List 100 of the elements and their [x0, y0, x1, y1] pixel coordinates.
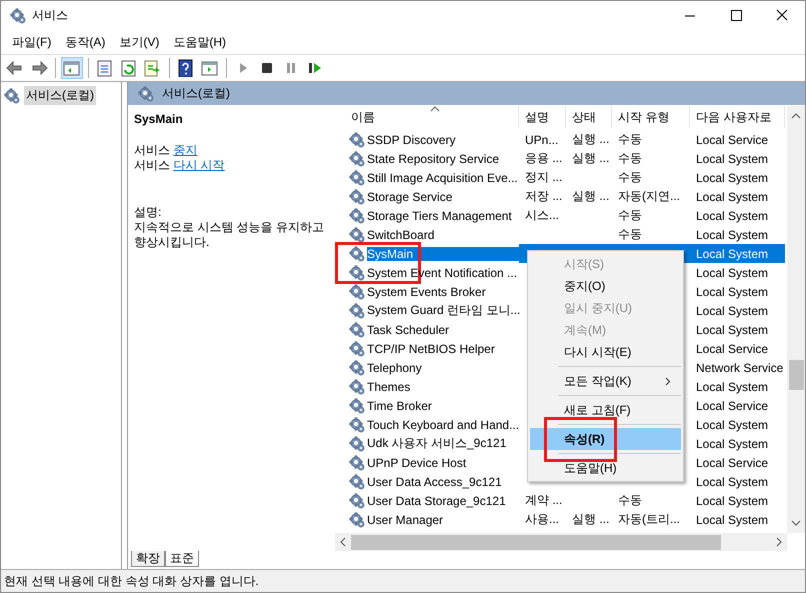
table-cell[interactable]: Touch Keyboard and Hand... [367, 418, 520, 432]
table-cell: Local System [696, 228, 768, 242]
context-menu-item[interactable]: 속성(R) [530, 428, 681, 450]
gear-icon [349, 150, 365, 166]
column-header[interactable]: 시작 유형 [612, 106, 690, 128]
view-tab[interactable]: 확장 [131, 551, 165, 567]
menu-item[interactable]: 동작(A) [58, 32, 112, 52]
table-cell: Local System [696, 474, 768, 488]
table-cell: 실행 ... [572, 150, 610, 167]
table-cell: 실행 ... [572, 511, 610, 528]
table-cell: Network Service [696, 360, 784, 374]
gear-icon [4, 88, 20, 104]
gear-icon [349, 378, 365, 394]
horizontal-scrollbar[interactable] [335, 533, 787, 551]
table-cell[interactable]: User Data Access_9c121 [367, 474, 502, 488]
table-cell: 수동 [618, 492, 642, 509]
table-cell: Local Service [696, 132, 768, 146]
gear-icon [349, 170, 365, 186]
table-cell[interactable]: SSDP Discovery [367, 132, 456, 146]
table-cell: Local System [696, 380, 768, 394]
gear-icon [349, 132, 365, 148]
table-cell[interactable]: Telephony [367, 360, 422, 374]
gear-icon [349, 416, 365, 432]
action-link[interactable]: 다시 시작 [173, 158, 225, 172]
table-cell[interactable]: User Data Storage_9c121 [367, 494, 506, 508]
table-cell: Local System [696, 208, 768, 222]
tree-item[interactable]: 서비스(로컬) [24, 86, 96, 105]
window-title: 서비스 [32, 7, 69, 24]
gear-icon [349, 492, 365, 508]
gear-icon [349, 360, 365, 376]
action-link[interactable]: 중지 [173, 143, 198, 157]
table-cell[interactable]: Udk 사용자 서비스_9c121 [367, 435, 506, 452]
action-label: 서비스 [134, 143, 170, 157]
menu-item[interactable]: 파일(F) [5, 32, 58, 52]
gear-icon [349, 340, 365, 356]
table-cell[interactable]: State Repository Service [367, 152, 500, 166]
table-cell: 자동(지연... [618, 188, 680, 205]
column-header[interactable]: 설명 [519, 106, 566, 128]
table-cell: Local Service [696, 342, 768, 356]
table-cell[interactable]: SysMain [367, 246, 519, 260]
column-header[interactable]: 다음 사용자로 [690, 106, 785, 128]
context-menu-item[interactable]: 중지(O) [530, 275, 681, 297]
app-icon [10, 8, 26, 24]
view-tab[interactable]: 표준 [165, 551, 199, 567]
menu-item[interactable]: 보기(V) [112, 32, 166, 52]
scroll-right-icon[interactable] [775, 537, 783, 547]
table-cell: 계약 ... [525, 492, 562, 509]
panel-header: 서비스(로컬) [162, 85, 230, 102]
table-cell: Local Service [696, 456, 768, 470]
gear-icon [349, 246, 365, 262]
table-cell[interactable]: Storage Tiers Management [367, 208, 512, 222]
vertical-scrollbar[interactable] [787, 106, 805, 533]
table-cell: Local System [696, 152, 768, 166]
table-cell: 수동 [618, 169, 642, 186]
table-cell: Local System [696, 418, 768, 432]
context-menu-item[interactable]: 새로 고침(F) [530, 399, 681, 421]
gear-icon [349, 284, 365, 300]
table-cell: 수동 [618, 131, 642, 148]
table-cell[interactable]: UPnP Device Host [367, 456, 466, 470]
gear-icon [349, 512, 365, 528]
table-cell[interactable]: SwitchBoard [367, 228, 434, 242]
table-cell: Local System [696, 322, 768, 336]
table-cell: UPn... [525, 132, 558, 146]
table-cell: Local System [696, 170, 768, 184]
menu-item[interactable]: 도움말(H) [166, 32, 233, 52]
table-cell[interactable]: Themes [367, 380, 410, 394]
column-header[interactable]: 이름 [335, 106, 519, 128]
table-cell[interactable]: System Guard 런타임 모니... [367, 302, 520, 319]
status-text: 현재 선택 내용에 대한 속성 대화 상자를 엽니다. [4, 572, 259, 590]
table-cell[interactable]: Still Image Acquisition Eve... [367, 170, 518, 184]
table-cell[interactable]: System Events Broker [367, 284, 486, 298]
scroll-thumb[interactable] [351, 534, 721, 550]
scroll-left-icon[interactable] [339, 537, 347, 547]
action-label: 서비스 [134, 158, 170, 172]
context-menu-item[interactable]: 도움말(H) [530, 457, 681, 479]
table-cell: Local Service [696, 398, 768, 412]
context-menu-item[interactable]: 모든 작업(K) [530, 370, 681, 392]
table-cell[interactable]: Storage Service [367, 190, 452, 204]
table-cell: 수동 [618, 226, 642, 243]
gear-icon [349, 398, 365, 414]
table-cell: 실행 ... [572, 188, 610, 205]
table-cell: Local System [696, 494, 768, 508]
table-cell[interactable]: TCP/IP NetBIOS Helper [367, 342, 495, 356]
description-text: 지속적으로 시스템 성능을 유지하고 향상시킵니다. [134, 220, 324, 249]
table-cell: Local System [696, 284, 768, 298]
gear-icon [349, 322, 365, 338]
console-icon [200, 59, 220, 77]
table-cell[interactable]: Time Broker [367, 398, 432, 412]
table-cell: Local System [696, 304, 768, 318]
table-cell: Local System [696, 436, 768, 450]
column-header[interactable]: 상태 [566, 106, 612, 128]
context-menu-item[interactable]: 다시 시작(E) [530, 341, 681, 363]
table-cell[interactable]: Task Scheduler [367, 322, 450, 336]
gear-icon [349, 454, 365, 470]
scroll-thumb[interactable] [788, 360, 804, 390]
gear-icon [349, 226, 365, 242]
table-cell: 수동 [618, 150, 642, 167]
gear-icon [349, 436, 365, 452]
export-icon [143, 59, 163, 77]
table-cell[interactable]: User Manager [367, 512, 444, 526]
